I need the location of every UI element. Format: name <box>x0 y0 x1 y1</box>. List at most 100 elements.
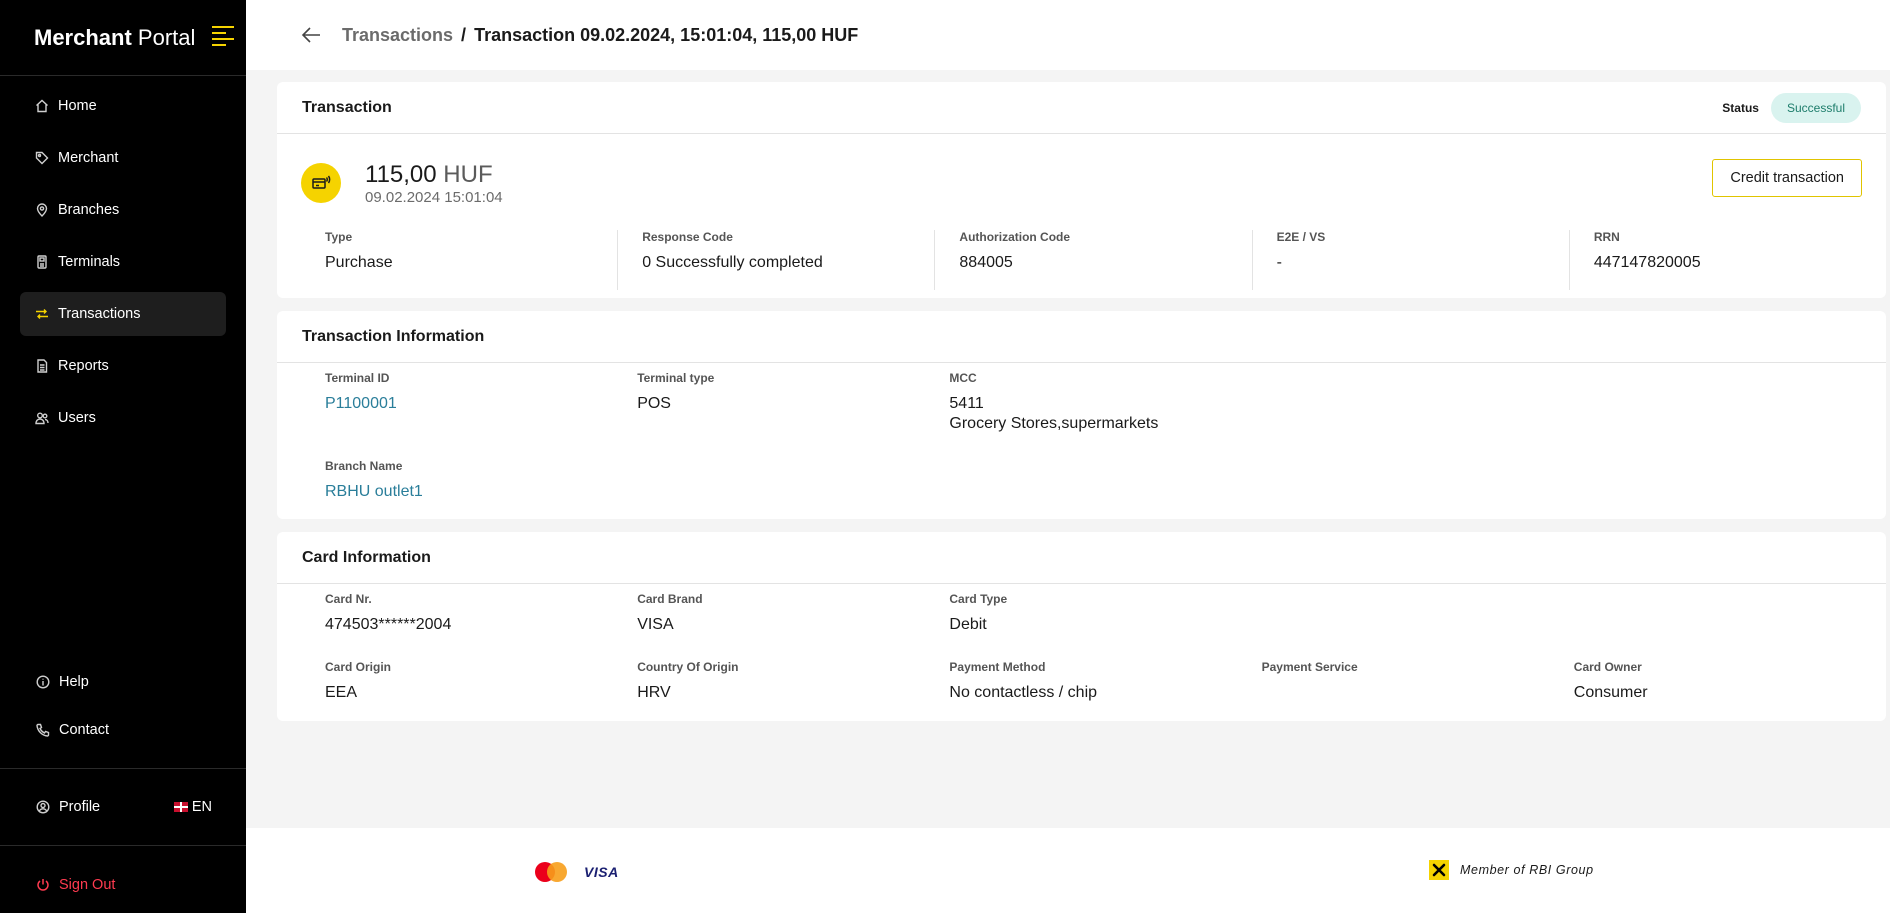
field-value: VISA <box>637 616 674 633</box>
profile-label: Profile <box>59 799 101 815</box>
empty-cell <box>1262 592 1574 660</box>
summary-rrn: RRN 447147820005 <box>1570 230 1886 290</box>
breadcrumb-separator: / <box>461 24 467 45</box>
field-label: Payment Service <box>1261 660 1358 674</box>
terminal-id-link[interactable]: P1100001 <box>325 394 637 414</box>
power-icon <box>36 878 50 892</box>
sidebar-nav: Home Merchant Branches Terminals Transac… <box>0 76 246 440</box>
branch-name-link[interactable]: RBHU outlet1 <box>325 482 637 502</box>
menu-toggle-icon[interactable] <box>212 26 234 46</box>
sign-out-button[interactable]: Sign Out <box>0 846 246 913</box>
status-label: Status <box>1722 100 1759 115</box>
terminal-id-field: Terminal ID P1100001 <box>325 371 637 459</box>
transaction-card-title: Transaction <box>302 98 392 116</box>
mcc-field: MCC 5411 Grocery Stores,supermarkets <box>949 371 1261 459</box>
transaction-information-grid: Terminal ID P1100001 Terminal type POS M… <box>277 363 1886 547</box>
transaction-summary: Type Purchase Response Code 0 Successful… <box>277 230 1886 290</box>
field-value: 884005 <box>959 254 1013 271</box>
card-type-field: Card Type Debit <box>949 592 1261 660</box>
contact-label: Contact <box>59 722 109 738</box>
empty-cell <box>1262 371 1574 459</box>
sidebar-item-label: Users <box>58 410 96 426</box>
field-label: Card Brand <box>637 592 703 606</box>
card-brand-field: Card Brand VISA <box>637 592 949 660</box>
rbi-membership: Member of RBI Group <box>1429 860 1594 880</box>
home-icon <box>35 99 49 113</box>
sidebar-item-users[interactable]: Users <box>20 396 226 440</box>
sidebar-item-transactions[interactable]: Transactions <box>20 292 226 336</box>
field-label: Card Origin <box>325 660 392 674</box>
card-information-card: Card Information Card Nr. 474503******20… <box>277 532 1886 721</box>
field-value: Consumer <box>1573 684 1648 701</box>
page-title: Transaction 09.02.2024, 15:01:04, 115,00… <box>474 24 859 45</box>
field-label: Terminal type <box>637 371 715 385</box>
amount-currency: HUF <box>443 161 493 188</box>
status-badge: Successful <box>1770 92 1861 123</box>
sidebar-item-label: Home <box>58 98 97 114</box>
phone-icon <box>36 723 50 737</box>
field-label: Branch Name <box>325 459 403 473</box>
status-group: Status Successful <box>1722 92 1861 123</box>
profile-link[interactable]: Profile <box>36 783 100 831</box>
help-link[interactable]: Help <box>0 658 246 706</box>
mcc-code: 5411 <box>949 395 984 412</box>
sidebar-header: Merchant Portal <box>0 0 246 76</box>
users-icon <box>35 411 49 425</box>
field-label: Terminal ID <box>325 371 390 385</box>
sidebar-item-label: Transactions <box>58 306 141 322</box>
sidebar-item-branches[interactable]: Branches <box>20 188 226 232</box>
breadcrumb: Transactions / Transaction 09.02.2024, 1… <box>342 25 858 46</box>
card-owner-field: Card Owner Consumer <box>1574 660 1886 748</box>
payment-service-field: Payment Service <box>1262 660 1574 748</box>
field-label: Authorization Code <box>959 230 1071 244</box>
field-label: Response Code <box>642 230 733 244</box>
visa-logo: VISA <box>584 864 619 880</box>
transaction-information-header: Transaction Information <box>277 311 1886 363</box>
back-arrow-icon[interactable] <box>300 24 322 46</box>
transaction-card: Transaction Status Successful 115,00 HUF… <box>277 82 1886 298</box>
sidebar-item-label: Reports <box>58 358 109 374</box>
field-label: Payment Method <box>949 660 1046 674</box>
sidebar-item-terminals[interactable]: Terminals <box>20 240 226 284</box>
sidebar: Merchant Portal Home Merchant Branches T… <box>0 0 246 913</box>
sidebar-item-reports[interactable]: Reports <box>20 344 226 388</box>
amount-value: 115,00 <box>365 161 437 188</box>
raiffeisen-logo-icon <box>1429 860 1449 880</box>
field-value: POS <box>637 395 671 412</box>
sidebar-item-label: Merchant <box>58 150 119 166</box>
summary-authorization-code: Authorization Code 884005 <box>935 230 1253 290</box>
user-circle-icon <box>36 800 50 814</box>
sidebar-item-merchant[interactable]: Merchant <box>20 136 226 180</box>
contact-link[interactable]: Contact <box>0 706 246 754</box>
field-label: Country Of Origin <box>637 660 739 674</box>
field-value: Purchase <box>325 254 393 271</box>
card-information-header: Card Information <box>277 532 1886 584</box>
contactless-card-icon <box>301 163 341 203</box>
country-of-origin-field: Country Of Origin HRV <box>637 660 949 748</box>
field-label: Card Nr. <box>325 592 372 606</box>
field-label: RRN <box>1593 230 1620 244</box>
sidebar-item-home[interactable]: Home <box>20 84 226 128</box>
card-information-grid: Card Nr. 474503******2004 Card Brand VIS… <box>277 584 1886 748</box>
field-label: Card Type <box>949 592 1008 606</box>
field-value: - <box>1276 254 1282 271</box>
app-logo[interactable]: Merchant Portal <box>34 25 195 51</box>
empty-cell <box>1574 592 1886 660</box>
field-value: 0 Successfully completed <box>642 254 823 271</box>
sidebar-item-label: Terminals <box>58 254 121 270</box>
sidebar-item-label: Branches <box>58 202 120 218</box>
field-label: Card Owner <box>1573 660 1642 674</box>
mcc-description: Grocery Stores,supermarkets <box>949 415 1159 432</box>
language-selector[interactable]: EN <box>173 799 212 815</box>
page-header: Transactions / Transaction 09.02.2024, 1… <box>246 0 1890 70</box>
amount-row: 115,00 HUF 09.02.2024 15:01:04 Credit tr… <box>277 134 1886 230</box>
mastercard-logo-icon <box>535 862 567 882</box>
field-label: E2E / VS <box>1276 230 1326 244</box>
field-value: 447147820005 <box>1593 254 1701 271</box>
summary-type: Type Purchase <box>301 230 619 290</box>
field-value: EEA <box>325 684 358 701</box>
transaction-amount: 115,00 HUF <box>365 161 493 189</box>
credit-transaction-button[interactable]: Credit transaction <box>1712 159 1862 197</box>
terminal-icon <box>35 255 49 269</box>
breadcrumb-transactions-link[interactable]: Transactions <box>342 25 453 46</box>
